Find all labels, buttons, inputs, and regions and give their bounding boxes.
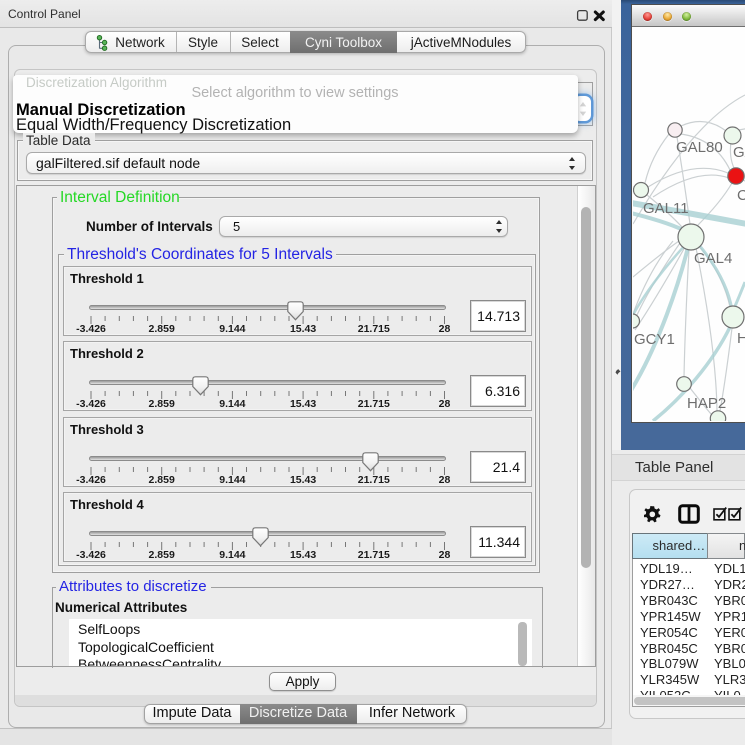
- svg-text:GCY1: GCY1: [634, 331, 675, 348]
- svg-text:GA: GA: [733, 144, 745, 161]
- svg-text:HAP2: HAP2: [687, 395, 726, 412]
- svg-text:GAL11: GAL11: [643, 200, 689, 217]
- svg-text:GAL80: GAL80: [676, 139, 723, 156]
- svg-text:C: C: [737, 187, 745, 204]
- svg-text:GAL4: GAL4: [694, 250, 732, 267]
- svg-text:H: H: [737, 330, 745, 347]
